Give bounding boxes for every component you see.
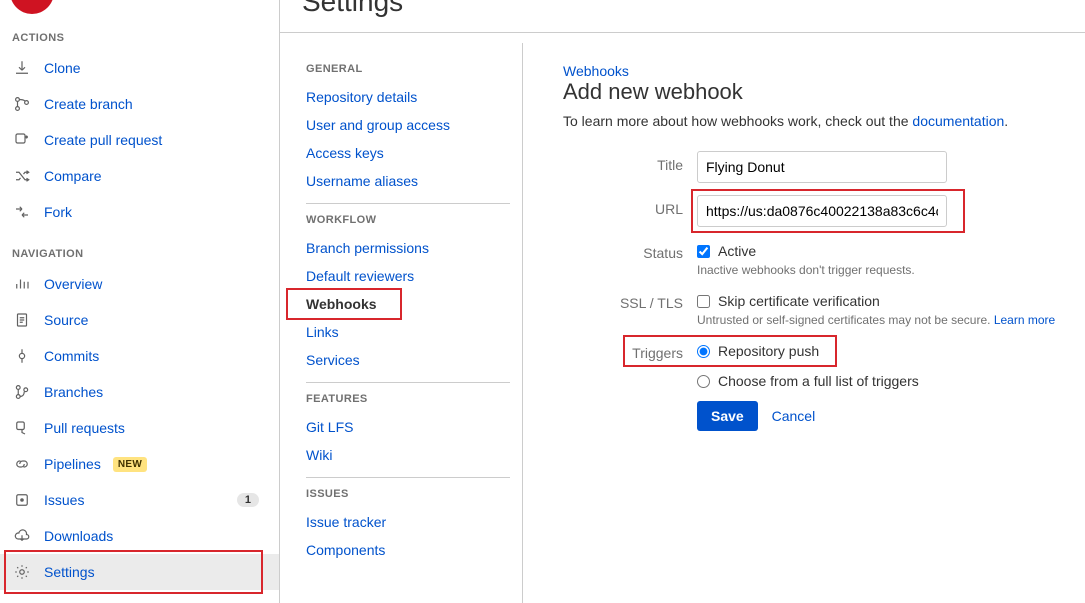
main: Settings GENERAL Repository details User… [280, 0, 1085, 603]
shuffle-icon [12, 166, 32, 186]
settings-nav-repo-details[interactable]: Repository details [306, 83, 510, 111]
settings-nav: GENERAL Repository details User and grou… [280, 33, 522, 603]
bars-icon [12, 274, 32, 294]
url-label: URL [563, 195, 697, 217]
sidebar-nav-downloads[interactable]: Downloads [0, 518, 279, 554]
sidebar-nav-source[interactable]: Source [0, 302, 279, 338]
sidebar-nav-branches[interactable]: Branches [0, 374, 279, 410]
triggers-label: Triggers [563, 339, 697, 361]
branch-create-icon [12, 94, 32, 114]
sidebar-nav-label: Settings [44, 564, 95, 580]
sidebar-action-compare[interactable]: Compare [0, 158, 279, 194]
settings-nav-default-reviewers[interactable]: Default reviewers [306, 262, 510, 290]
sidebar-nav-label: Source [44, 312, 88, 328]
sidebar-action-clone[interactable]: Clone [0, 50, 279, 86]
learn-more-link[interactable]: Learn more [994, 313, 1055, 327]
content-pane: Webhooks Add new webhook To learn more a… [522, 43, 1085, 603]
settings-group-heading: FEATURES [306, 382, 510, 413]
ssl-help-prefix: Untrusted or self-signed certificates ma… [697, 313, 994, 327]
skip-cert-label: Skip certificate verification [718, 293, 880, 309]
content-intro: To learn more about how webhooks work, c… [563, 113, 1069, 129]
intro-text: To learn more about how webhooks work, c… [563, 113, 912, 129]
save-button[interactable]: Save [697, 401, 758, 431]
skip-cert-checkbox[interactable] [697, 295, 710, 308]
trigger-full-radio[interactable] [697, 375, 710, 388]
settings-group-heading: GENERAL [306, 53, 510, 83]
active-checkbox-label: Active [718, 243, 756, 259]
settings-nav-components[interactable]: Components [306, 536, 510, 564]
sidebar-nav-label: Issues [44, 492, 84, 508]
navigation-heading: NAVIGATION [0, 230, 279, 266]
content-title: Add new webhook [563, 79, 1069, 105]
breadcrumb[interactable]: Webhooks [563, 63, 629, 79]
settings-nav-label: Webhooks [306, 296, 377, 312]
sidebar-nav-label: Branches [44, 384, 103, 400]
square-dot-icon [12, 490, 32, 510]
active-checkbox[interactable] [697, 245, 710, 258]
actions-heading: ACTIONS [0, 14, 279, 50]
sidebar-action-label: Fork [44, 204, 72, 220]
settings-nav-issue-tracker[interactable]: Issue tracker [306, 508, 510, 536]
highlight-box [4, 550, 263, 594]
settings-nav-branch-permissions[interactable]: Branch permissions [306, 234, 510, 262]
settings-group-heading: WORKFLOW [306, 203, 510, 234]
settings-nav-git-lfs[interactable]: Git LFS [306, 413, 510, 441]
repo-avatar [10, 0, 54, 14]
trigger-push-label: Repository push [718, 343, 819, 359]
sidebar-nav-issues[interactable]: Issues 1 [0, 482, 279, 518]
trigger-full-label: Choose from a full list of triggers [718, 373, 919, 389]
title-label: Title [563, 151, 697, 173]
new-badge: NEW [113, 457, 147, 472]
status-label: Status [563, 239, 697, 261]
sidebar-nav-label: Pull requests [44, 420, 125, 436]
ssl-label: SSL / TLS [563, 289, 697, 311]
sidebar-nav-commits[interactable]: Commits [0, 338, 279, 374]
sidebar-action-fork[interactable]: Fork [0, 194, 279, 230]
sidebar-nav-settings[interactable]: Settings [0, 554, 279, 590]
pr-create-icon [12, 130, 32, 150]
title-input[interactable] [697, 151, 947, 183]
sidebar: ACTIONS Clone Create branch Create pull … [0, 0, 280, 603]
intro-suffix: . [1004, 113, 1008, 129]
branch-icon [12, 382, 32, 402]
status-help-text: Inactive webhooks don't trigger requests… [697, 263, 1069, 277]
settings-nav-user-group-access[interactable]: User and group access [306, 111, 510, 139]
gear-icon [12, 562, 32, 582]
sidebar-action-create-branch[interactable]: Create branch [0, 86, 279, 122]
sidebar-nav-label: Downloads [44, 528, 113, 544]
settings-nav-username-aliases[interactable]: Username aliases [306, 167, 510, 195]
url-input[interactable] [697, 195, 947, 227]
document-icon [12, 310, 32, 330]
sidebar-nav-pipelines[interactable]: Pipelines NEW [0, 446, 279, 482]
sidebar-nav-overview[interactable]: Overview [0, 266, 279, 302]
settings-nav-wiki[interactable]: Wiki [306, 441, 510, 469]
settings-nav-links[interactable]: Links [306, 318, 510, 346]
page-title: Settings [280, 0, 1085, 33]
sidebar-nav-label: Overview [44, 276, 102, 292]
sidebar-nav-label: Commits [44, 348, 99, 364]
download-icon [12, 58, 32, 78]
sidebar-action-label: Create pull request [44, 132, 162, 148]
settings-group-heading: ISSUES [306, 477, 510, 508]
link-icon [12, 454, 32, 474]
cloud-download-icon [12, 526, 32, 546]
pr-icon [12, 418, 32, 438]
fork-icon [12, 202, 32, 222]
commit-icon [12, 346, 32, 366]
sidebar-action-create-pr[interactable]: Create pull request [0, 122, 279, 158]
cancel-button[interactable]: Cancel [762, 401, 826, 431]
sidebar-action-label: Clone [44, 60, 81, 76]
sidebar-action-label: Compare [44, 168, 102, 184]
sidebar-nav-label: Pipelines [44, 456, 101, 472]
settings-nav-access-keys[interactable]: Access keys [306, 139, 510, 167]
sidebar-action-label: Create branch [44, 96, 133, 112]
sidebar-nav-pull-requests[interactable]: Pull requests [0, 410, 279, 446]
trigger-push-radio[interactable] [697, 345, 710, 358]
settings-nav-webhooks[interactable]: Webhooks [306, 290, 510, 318]
count-badge: 1 [237, 493, 259, 507]
documentation-link[interactable]: documentation [912, 113, 1004, 129]
settings-nav-services[interactable]: Services [306, 346, 510, 374]
ssl-help-text: Untrusted or self-signed certificates ma… [697, 313, 1069, 327]
